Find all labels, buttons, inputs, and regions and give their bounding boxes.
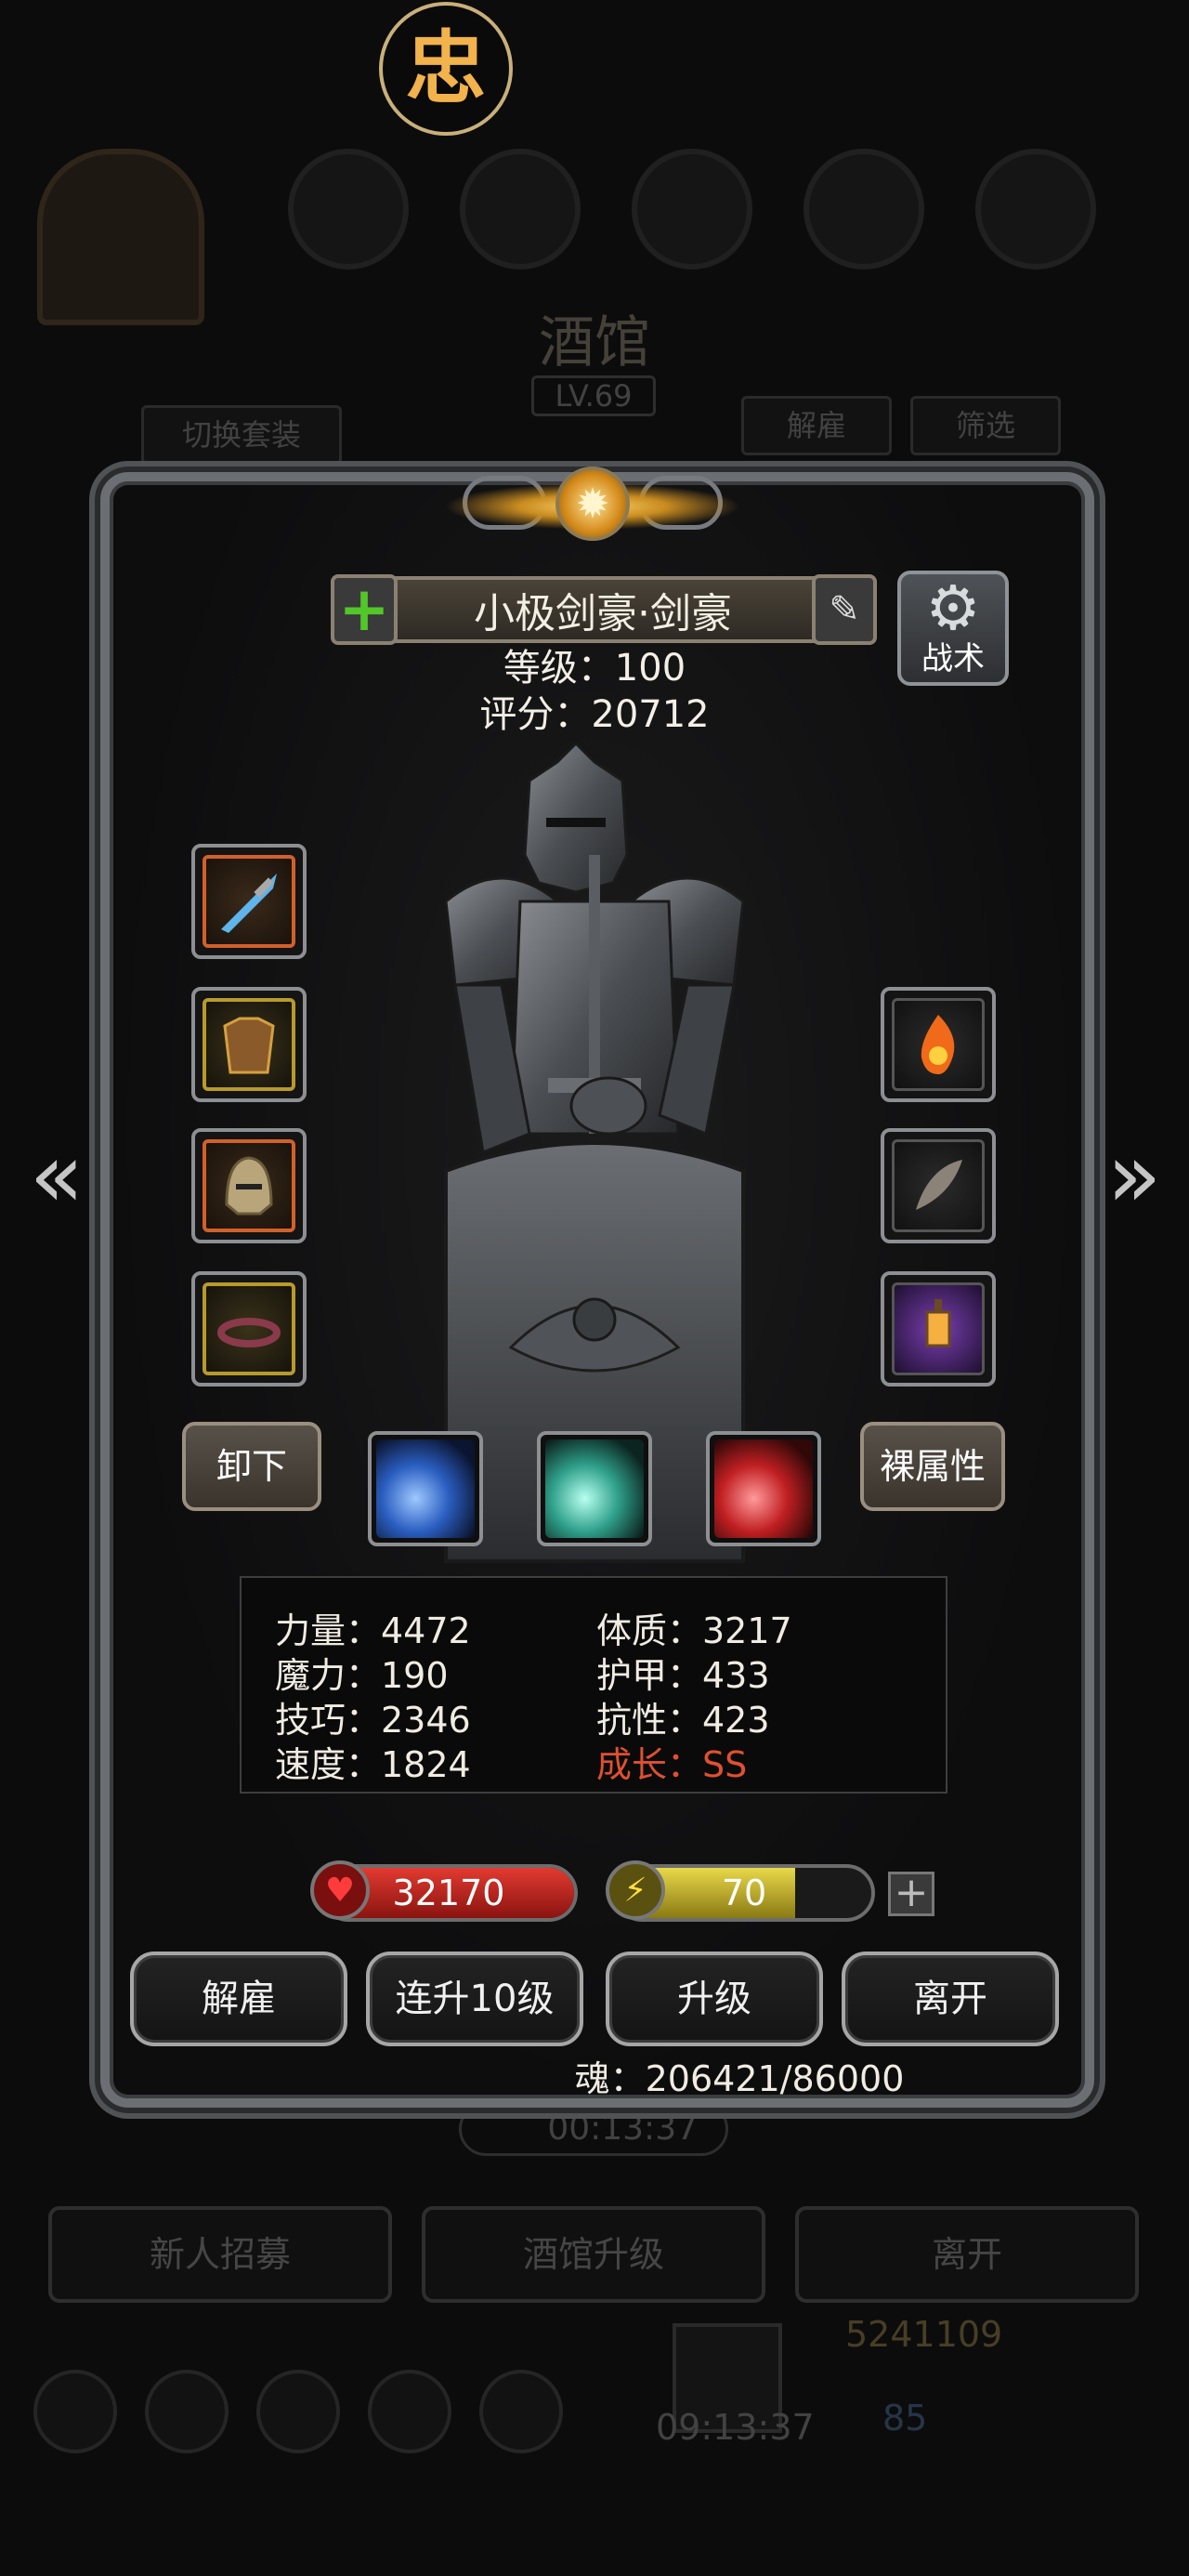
fire-orb-icon	[892, 998, 985, 1091]
wind-slash-icon	[545, 1439, 644, 1538]
bg-dismiss-button: 解雇	[741, 396, 892, 455]
tavern-level: LV.69	[531, 375, 656, 416]
chest-armor-icon	[203, 998, 295, 1091]
armor-slot[interactable]	[191, 987, 307, 1102]
weapon-slot[interactable]	[191, 844, 307, 959]
tavern-title: 酒馆	[539, 310, 650, 375]
menu-icon	[288, 149, 409, 269]
attr-armor: 护甲：433	[596, 1655, 770, 1696]
attr-growth: 成长：SS	[596, 1744, 748, 1785]
add-energy-button[interactable]: +	[888, 1872, 934, 1916]
nav-icon	[368, 2370, 451, 2453]
menu-icon	[804, 149, 924, 269]
attr-magic: 魔力：190	[275, 1655, 449, 1696]
level-up-10-button[interactable]: 连升10级	[366, 1952, 583, 2046]
nav-icon	[145, 2370, 229, 2453]
gem-amount: 85	[882, 2398, 928, 2438]
accessory-slot-lantern[interactable]	[881, 1271, 996, 1387]
crest-sun-icon: ✹	[555, 467, 630, 541]
gear-icon: ⚙	[925, 572, 981, 644]
next-hero-arrow-icon[interactable]: »	[1092, 1124, 1176, 1227]
helmet-icon	[203, 1139, 295, 1232]
skill-slot-3[interactable]	[706, 1431, 821, 1546]
attr-speed: 速度：1824	[275, 1744, 471, 1785]
attr-strength: 力量：4472	[275, 1610, 471, 1651]
ice-slash-icon	[376, 1439, 475, 1538]
app-logo: 忠	[379, 2, 513, 136]
belt-icon	[203, 1282, 295, 1375]
panel-crest: ✹	[444, 455, 741, 567]
accessory-slot-fire[interactable]	[881, 987, 996, 1102]
recruit-timer: 00:13:37	[459, 2102, 728, 2156]
belt-slot[interactable]	[191, 1271, 307, 1387]
tactics-button[interactable]: ⚙ 战术	[897, 571, 1009, 686]
attr-constitution: 体质：3217	[596, 1610, 792, 1651]
bg-filter-button: 筛选	[910, 396, 1061, 455]
unequip-button[interactable]: 卸下	[182, 1422, 321, 1511]
menu-icon	[632, 149, 752, 269]
bottom-timer: 09:13:37	[656, 2407, 815, 2448]
lantern-icon	[892, 1282, 985, 1375]
edit-name-icon[interactable]: ✎	[812, 574, 877, 645]
nav-icon	[479, 2370, 563, 2453]
heart-icon: ♥	[310, 1860, 370, 1920]
dismiss-button[interactable]: 解雇	[130, 1952, 347, 2046]
attributes-panel: 力量：4472 魔力：190 技巧：2346 速度：1824 体质：3217 护…	[240, 1576, 947, 1794]
nav-icon	[33, 2370, 117, 2453]
skill-slot-1[interactable]	[368, 1431, 483, 1546]
player-avatar	[37, 149, 204, 325]
base-attributes-button[interactable]: 裸属性	[860, 1422, 1005, 1511]
skill-slot-2[interactable]	[537, 1431, 652, 1546]
gold-amount: 5241109	[845, 2314, 1003, 2355]
prev-hero-arrow-icon[interactable]: «	[15, 1124, 98, 1227]
nav-icon	[256, 2370, 340, 2453]
menu-icon	[460, 149, 581, 269]
tactics-label: 战术	[921, 640, 985, 677]
lightning-icon: ⚡	[606, 1860, 665, 1920]
add-icon[interactable]: +	[331, 574, 398, 645]
attr-skill: 技巧：2346	[275, 1700, 471, 1741]
hero-name-bar: 小极剑豪·剑豪	[331, 576, 875, 643]
recruit-button: 新人招募	[48, 2206, 392, 2303]
logo-glyph: 忠	[406, 22, 486, 115]
hero-score: 评分：20712	[479, 693, 710, 736]
soul-counter: 魂：206421/86000	[574, 2058, 905, 2099]
upgrade-tavern-button: 酒馆升级	[422, 2206, 765, 2303]
feather-icon	[892, 1139, 985, 1232]
accessory-slot-feather[interactable]	[881, 1128, 996, 1243]
bg-leave-button: 离开	[795, 2206, 1139, 2303]
level-up-button[interactable]: 升级	[606, 1952, 823, 2046]
blood-slash-icon	[714, 1439, 813, 1538]
helmet-slot[interactable]	[191, 1128, 307, 1243]
attr-resistance: 抗性：423	[596, 1700, 770, 1741]
hero-name: 小极剑豪·剑豪	[474, 590, 732, 637]
sword-icon	[203, 855, 295, 948]
leave-button[interactable]: 离开	[842, 1952, 1059, 2046]
switch-set-button: 切换套装	[141, 405, 342, 465]
menu-icon	[975, 149, 1096, 269]
